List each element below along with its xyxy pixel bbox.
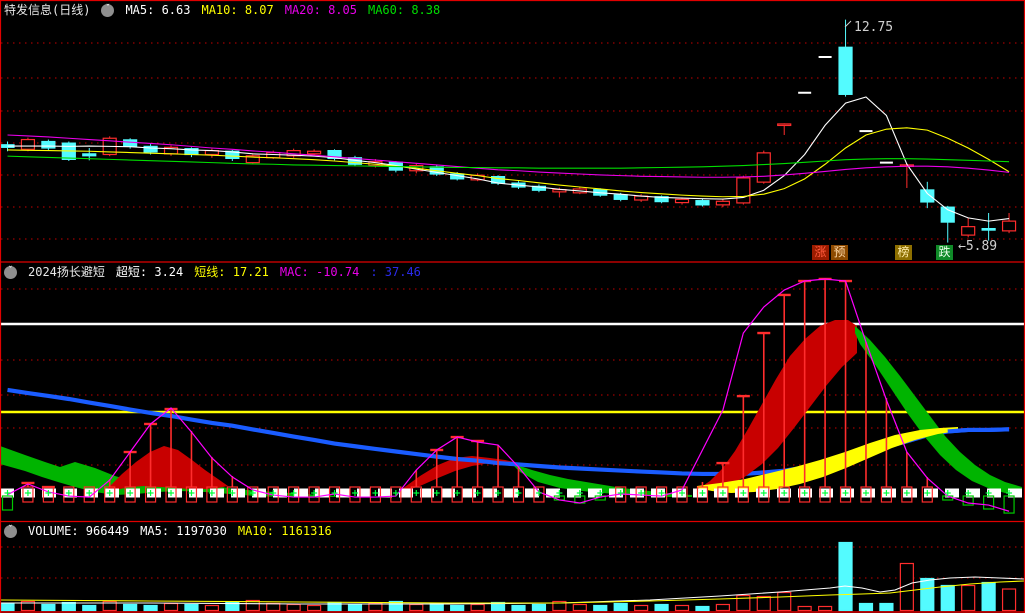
ma-line-MA10 — [7, 127, 1010, 198]
indicator-title: 2024扬长避短 — [28, 265, 105, 279]
ma-value-label: MA60: 8.38 — [367, 3, 441, 17]
volume-VOL-MA5 — [0, 576, 1025, 605]
rank-badge[interactable]: 跌 — [936, 245, 953, 260]
panel-borders — [0, 0, 1025, 613]
ma-line-MA20 — [7, 134, 1010, 178]
indicator-value-label: MAC: -10.74 — [279, 265, 360, 279]
volume-value-label: MA10: 1161316 — [237, 524, 332, 538]
stock-title: 特发信息(日线) — [4, 3, 91, 17]
candle-series — [0, 19, 1017, 243]
rank-badge[interactable]: 涨 — [812, 245, 829, 260]
indicator-value-label: 短线: 17.21 — [194, 265, 269, 279]
indicator-header: ˇ 2024扬长避短 超短: 3.24 短线: 17.21 MAC: -10.74:… — [4, 265, 421, 279]
ma-value-label: MA5: 6.63 — [125, 3, 191, 17]
indicator-value-label: 超短: 3.24 — [115, 265, 184, 279]
ma-value-label: MA20: 8.05 — [284, 3, 357, 17]
stock-chart-window: 12.75 ←5.89 特发信息(日线) ˇ MA5: 6.63 MA10: 8.0… — [0, 0, 1025, 613]
price-annotation: ←5.89 — [958, 239, 997, 254]
svg-text:12.75: 12.75 — [854, 20, 893, 35]
rank-badge[interactable]: 榜 — [895, 245, 912, 260]
indicator-value-label: : 37.46 — [370, 265, 421, 279]
rank-badge[interactable]: 预 — [831, 245, 848, 260]
chevron-down-icon[interactable]: ˇ — [4, 265, 17, 279]
volume-VOL-MA10 — [0, 580, 1025, 604]
volume-bar-series — [0, 541, 1017, 612]
ma-value-label: MA10: 8.07 — [201, 3, 274, 17]
volume-value-label: VOLUME: 966449 — [28, 524, 130, 538]
volume-value-label: MA5: 1197030 — [140, 524, 227, 538]
indicator-panel — [0, 277, 1025, 514]
chevron-down-icon[interactable]: ˇ — [4, 524, 17, 538]
svg-text:←5.89: ←5.89 — [958, 239, 997, 254]
chevron-down-icon[interactable]: ˇ — [101, 3, 115, 17]
ma-line-MA60 — [7, 155, 1010, 169]
price-annotation: 12.75 — [844, 20, 893, 35]
kline-panel: 12.75 ←5.89 — [0, 19, 1024, 254]
plot-area[interactable]: 12.75 ←5.89 — [0, 0, 1025, 613]
kline-header: 特发信息(日线) ˇ MA5: 6.63 MA10: 8.07 MA20: 8.05… — [4, 3, 440, 17]
volume-panel-header: ˇ VOLUME: 966449 MA5: 1197030 MA10: 116131… — [4, 524, 332, 538]
volume-panel — [0, 541, 1025, 612]
